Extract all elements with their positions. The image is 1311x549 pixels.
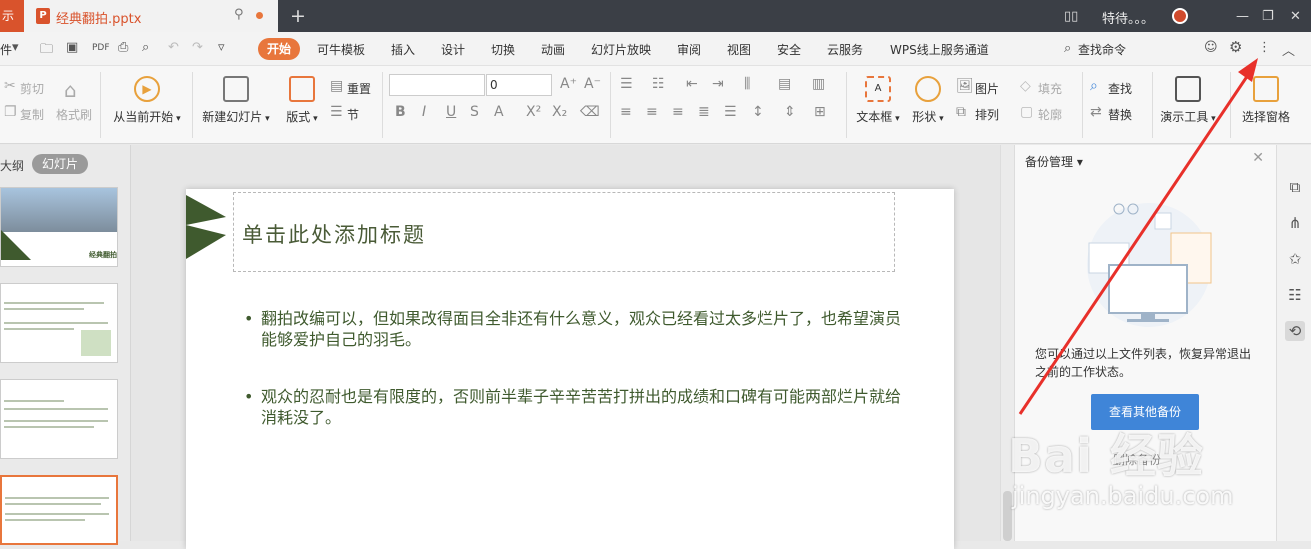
baidu-watermark-url: jingyan.baidu.com bbox=[1012, 482, 1234, 510]
baidu-watermark: Bai 经验 bbox=[1008, 429, 1204, 483]
